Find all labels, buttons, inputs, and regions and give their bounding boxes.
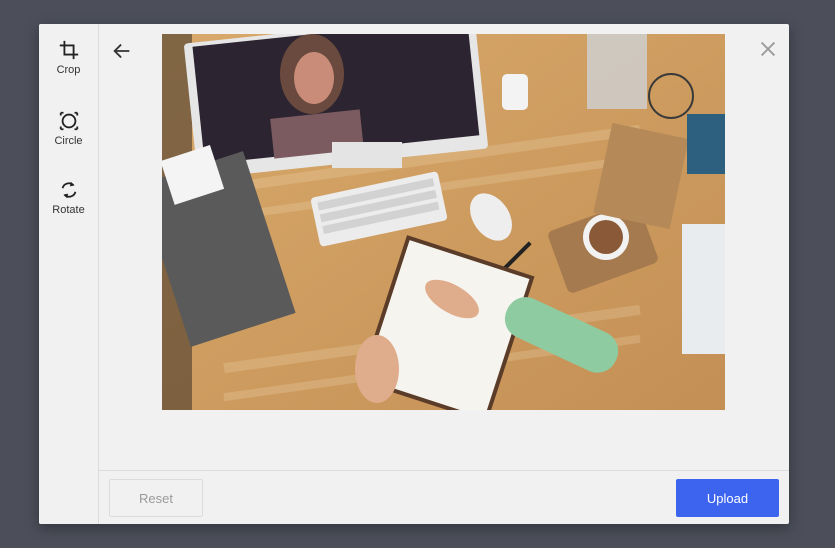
circle-tool-button[interactable]: Circle: [39, 110, 98, 147]
crop-tool-label: Crop: [56, 64, 81, 76]
dialog-footer: Reset Upload: [99, 470, 789, 524]
rotate-tool-button[interactable]: Rotate: [39, 179, 98, 216]
desk-photo: [162, 34, 725, 410]
rotate-tool-label: Rotate: [52, 204, 85, 216]
close-button[interactable]: [757, 38, 779, 60]
arrow-left-icon: [113, 43, 130, 59]
image-editor-dialog: Crop Circle Rotate Reset Upload: [39, 24, 789, 524]
rotate-icon: [61, 181, 76, 199]
crop-icon: [59, 40, 78, 60]
crop-tool-button[interactable]: Crop: [39, 39, 98, 76]
back-button[interactable]: [111, 40, 133, 62]
editor-toolbar: Crop Circle Rotate: [39, 24, 99, 524]
close-icon: [760, 41, 776, 57]
reset-button[interactable]: Reset: [109, 479, 203, 517]
image-preview[interactable]: [162, 34, 725, 410]
circle-crop-icon: [59, 111, 78, 131]
circle-tool-label: Circle: [54, 135, 83, 147]
upload-button[interactable]: Upload: [676, 479, 779, 517]
